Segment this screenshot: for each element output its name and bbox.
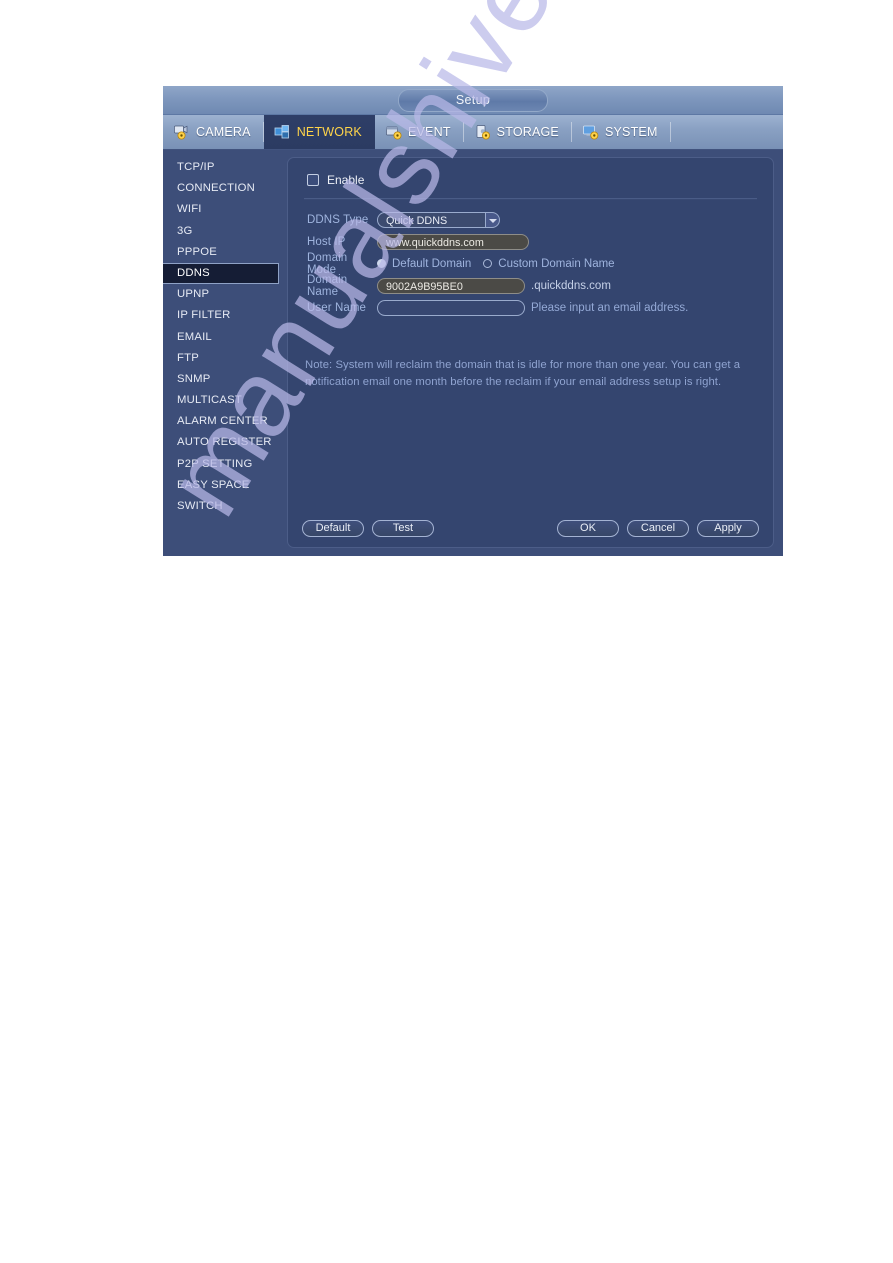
setup-window: Setup CAMERA NETWORK EVENT STORAGE SYSTE… — [163, 86, 783, 556]
chevron-down-icon[interactable] — [485, 211, 500, 228]
sidebar-item-snmp[interactable]: SNMP — [163, 369, 279, 390]
sidebar-item-wifi[interactable]: WIFI — [163, 199, 279, 220]
tab-divider — [669, 122, 671, 142]
test-button[interactable]: Test — [372, 519, 434, 537]
tab-network-label: NETWORK — [296, 125, 362, 139]
ddns-form: DDNS Type Quick DDNS Host IP www.quickdd… — [307, 209, 759, 318]
event-gear-icon — [385, 124, 403, 141]
user-name-control: Please input an email address. — [377, 299, 689, 316]
ddns-type-label: DDNS Type — [307, 213, 369, 226]
tab-storage-label: STORAGE — [496, 125, 559, 139]
sidebar-item-p2p-setting[interactable]: P2P SETTING — [163, 454, 279, 475]
ddns-type-control: Quick DDNS — [377, 211, 500, 228]
tab-system[interactable]: SYSTEM — [572, 115, 671, 149]
enable-row: Enable — [307, 169, 759, 191]
enable-checkbox[interactable] — [307, 174, 319, 186]
sidebar-item-ftp[interactable]: FTP — [163, 348, 279, 369]
window-body: TCP/IP CONNECTION WIFI 3G PPPOE DDNS UPN… — [163, 150, 783, 556]
sidebar-item-multicast[interactable]: MULTICAST — [163, 390, 279, 411]
sidebar-item-ddns[interactable]: DDNS — [163, 262, 279, 285]
sidebar-item-easy-space[interactable]: EASY SPACE — [163, 475, 279, 496]
host-ip-label: Host IP — [307, 235, 346, 248]
panel-footer: Default Test OK Cancel Apply — [302, 519, 759, 537]
content-area: Enable DDNS Type Quick DDNS Host IP www.… — [279, 150, 783, 556]
sidebar-item-3g[interactable]: 3G — [163, 221, 279, 242]
page-title: Setup — [398, 89, 548, 112]
host-ip-control: www.quickddns.com — [377, 233, 529, 250]
reclaim-note: Note: System will reclaim the domain tha… — [305, 359, 741, 388]
apply-button[interactable]: Apply — [697, 519, 759, 537]
enable-label: Enable — [327, 173, 365, 187]
sidebar-item-upnp[interactable]: UPNP — [163, 284, 279, 305]
radio-default-domain[interactable]: Default Domain — [377, 258, 471, 270]
user-name-row: User Name Please input an email address. — [307, 297, 759, 318]
ok-button[interactable]: OK — [557, 519, 619, 537]
domain-name-label: Domain Name — [307, 273, 348, 298]
tab-storage[interactable]: STORAGE — [464, 115, 572, 149]
network-sidebar: TCP/IP CONNECTION WIFI 3G PPPOE DDNS UPN… — [163, 150, 279, 556]
sidebar-item-connection[interactable]: CONNECTION — [163, 178, 279, 199]
system-gear-icon — [582, 124, 600, 141]
tab-camera-label: CAMERA — [196, 125, 251, 139]
user-name-input[interactable] — [377, 299, 525, 316]
domain-name-control: 9002A9B95BE0 .quickddns.com — [377, 277, 611, 294]
sidebar-item-switch[interactable]: SWITCH — [163, 496, 279, 517]
radio-default-domain-dot[interactable] — [377, 259, 386, 268]
sidebar-item-alarm-center[interactable]: ALARM CENTER — [163, 411, 279, 432]
radio-default-domain-label: Default Domain — [392, 257, 472, 270]
domain-name-suffix: .quickddns.com — [531, 279, 611, 292]
section-divider — [304, 198, 757, 200]
domain-mode-row: Domain Mode Default Domain Custom Domain… — [307, 251, 759, 276]
user-name-hint: Please input an email address. — [531, 301, 689, 314]
window-titlebar: Setup — [163, 86, 783, 115]
storage-gear-icon — [474, 124, 492, 141]
radio-custom-domain[interactable]: Custom Domain Name — [483, 257, 615, 270]
tab-network[interactable]: NETWORK — [263, 115, 375, 149]
radio-custom-domain-label: Custom Domain Name — [498, 257, 615, 270]
tab-event[interactable]: EVENT — [375, 115, 464, 149]
camera-gear-icon — [173, 124, 191, 141]
ddns-type-select[interactable]: Quick DDNS — [377, 211, 500, 228]
tab-event-label: EVENT — [407, 125, 451, 139]
sidebar-item-pppoe[interactable]: PPPOE — [163, 242, 279, 263]
sidebar-item-auto-register[interactable]: AUTO REGISTER — [163, 432, 279, 453]
ddns-settings-panel: Enable DDNS Type Quick DDNS Host IP www.… — [287, 157, 774, 548]
host-ip-row: Host IP www.quickddns.com — [307, 231, 759, 252]
domain-mode-label: Domain Mode — [307, 251, 348, 276]
default-button[interactable]: Default — [302, 519, 364, 537]
domain-name-input[interactable]: 9002A9B95BE0 — [377, 277, 525, 294]
tab-system-label: SYSTEM — [604, 125, 658, 139]
main-tabstrip: CAMERA NETWORK EVENT STORAGE SYSTEM — [163, 115, 783, 150]
host-ip-input[interactable]: www.quickddns.com — [377, 233, 529, 250]
cancel-button[interactable]: Cancel — [627, 519, 689, 537]
sidebar-item-tcpip[interactable]: TCP/IP — [163, 157, 279, 178]
ddns-type-row: DDNS Type Quick DDNS — [307, 209, 759, 230]
ddns-type-value[interactable]: Quick DDNS — [377, 211, 485, 228]
tabstrip-filler — [671, 115, 783, 149]
sidebar-item-ip-filter[interactable]: IP FILTER — [163, 305, 279, 326]
radio-custom-domain-dot[interactable] — [483, 259, 493, 268]
domain-mode-control: Default Domain Custom Domain Name — [377, 258, 615, 270]
sidebar-item-email[interactable]: EMAIL — [163, 327, 279, 348]
network-gear-icon — [274, 124, 292, 141]
domain-name-row: Domain Name 9002A9B95BE0 .quickddns.com — [307, 273, 759, 298]
user-name-label: User Name — [307, 301, 367, 314]
tab-camera[interactable]: CAMERA — [163, 115, 264, 149]
